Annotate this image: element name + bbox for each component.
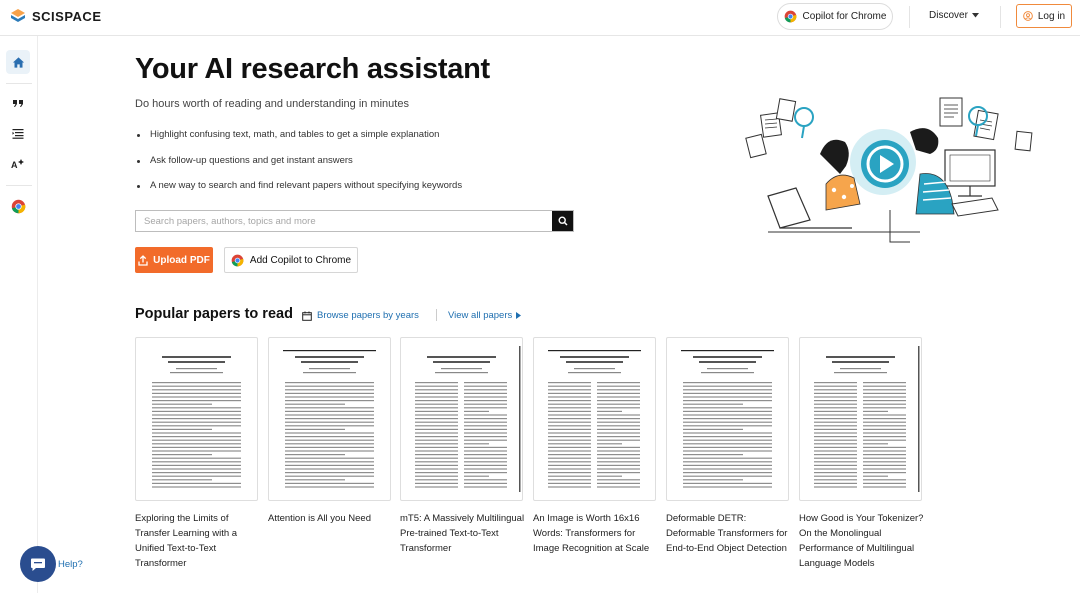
feature-list: Highlight confusing text, math, and tabl… (137, 129, 462, 206)
link-divider (436, 309, 437, 321)
feature-text: Highlight confusing text, math, and tabl… (150, 129, 440, 140)
paper-thumbnail[interactable] (799, 337, 922, 501)
paper-card[interactable]: Deformable DETR: Deformable Transformers… (666, 337, 789, 556)
paper-card[interactable]: An Image is Worth 16x16 Words: Transform… (533, 337, 656, 556)
upload-icon (138, 254, 148, 266)
view-all-label: View all papers (448, 310, 513, 321)
paper-card[interactable]: Attention is All you Need (268, 337, 391, 526)
hero-subtitle: Do hours worth of reading and understand… (135, 98, 409, 110)
calendar-icon (302, 311, 312, 321)
sidebar-divider (6, 185, 32, 186)
scispace-logo-icon (11, 9, 25, 22)
paper-title[interactable]: Attention is All you Need (268, 511, 393, 526)
hero-illustration (745, 97, 1033, 243)
paper-card[interactable]: mT5: A Massively Multilingual Pre-traine… (400, 337, 525, 556)
feature-item: A new way to search and find relevant pa… (137, 180, 462, 206)
browse-label: Browse papers by years (317, 310, 419, 321)
paper-page-preview (681, 350, 774, 488)
ai-text-icon: A (11, 159, 24, 170)
bullet-dot (137, 185, 140, 188)
top-navbar: SCISPACE Copilot for Chrome Discover Log… (0, 0, 1080, 36)
login-label: Log in (1037, 10, 1066, 22)
paper-thumbnail[interactable] (268, 337, 391, 501)
sidebar-item-literature-review[interactable] (6, 121, 30, 145)
paper-title[interactable]: How Good is Your Tokenizer? On the Monol… (799, 511, 924, 571)
paper-thumbnail[interactable] (533, 337, 656, 501)
upload-pdf-label: Upload PDF (153, 254, 210, 266)
search-bar (135, 210, 574, 232)
feature-item: Highlight confusing text, math, and tabl… (137, 129, 462, 155)
sidebar-item-citation[interactable] (6, 91, 30, 115)
scispace-logo[interactable]: SCISPACE (10, 8, 102, 24)
paper-page-preview (814, 346, 920, 492)
feature-item: Ask follow-up questions and get instant … (137, 155, 462, 181)
paper-page-preview (415, 346, 521, 492)
paper-title[interactable]: An Image is Worth 16x16 Words: Transform… (533, 511, 658, 556)
discover-label: Discover (929, 10, 968, 21)
header-divider (1000, 6, 1001, 28)
chrome-icon (11, 199, 25, 213)
search-icon (557, 216, 568, 226)
paper-card[interactable]: How Good is Your Tokenizer? On the Monol… (799, 337, 924, 571)
copilot-for-chrome-button[interactable]: Copilot for Chrome (777, 3, 893, 30)
paper-thumbnail[interactable] (400, 337, 523, 501)
chat-bubble-icon (31, 558, 45, 571)
caret-right-icon (516, 312, 522, 319)
user-circle-icon (1023, 11, 1033, 21)
list-icon (12, 128, 24, 139)
sidebar-item-paraphraser[interactable]: A (6, 152, 30, 176)
bullet-dot (137, 134, 140, 137)
search-input[interactable] (136, 211, 552, 231)
paper-card[interactable]: Exploring the Limits of Transfer Learnin… (135, 337, 258, 571)
view-all-papers-link[interactable]: View all papers (448, 310, 522, 321)
header-divider (909, 6, 910, 28)
paper-title[interactable]: Exploring the Limits of Transfer Learnin… (135, 511, 260, 571)
search-button[interactable] (552, 211, 573, 231)
hero-title: Your AI research assistant (135, 53, 490, 85)
paper-thumbnail[interactable] (666, 337, 789, 501)
discover-menu[interactable]: Discover (929, 10, 979, 21)
sidebar-item-home[interactable] (6, 50, 30, 74)
bullet-dot (137, 159, 140, 163)
logo-text: SCISPACE (32, 8, 102, 24)
paper-page-preview (548, 350, 641, 488)
quote-icon (13, 100, 23, 107)
upload-pdf-button[interactable]: Upload PDF (135, 247, 213, 273)
home-icon (12, 56, 24, 68)
popular-papers-title: Popular papers to read (135, 306, 293, 322)
sidebar-divider (6, 83, 32, 84)
add-copilot-label: Add Copilot to Chrome (249, 254, 352, 266)
play-video-button[interactable] (861, 140, 909, 188)
sidebar-item-chrome-extension[interactable] (6, 194, 30, 218)
login-button[interactable]: Log in (1016, 4, 1072, 28)
paper-title[interactable]: Deformable DETR: Deformable Transformers… (666, 511, 791, 556)
paper-page-preview (152, 356, 241, 488)
left-sidebar: A (0, 36, 38, 593)
add-copilot-button[interactable]: Add Copilot to Chrome (224, 247, 358, 273)
help-chat-button[interactable] (20, 546, 56, 582)
help-label[interactable]: Help? (58, 559, 83, 570)
browse-papers-by-years-link[interactable]: Browse papers by years (302, 310, 419, 321)
feature-text: A new way to search and find relevant pa… (150, 180, 463, 191)
chrome-icon (784, 10, 796, 23)
paper-page-preview (283, 350, 376, 488)
feature-text: Ask follow-up questions and get instant … (150, 154, 353, 166)
paper-title[interactable]: mT5: A Massively Multilingual Pre-traine… (400, 511, 525, 556)
paper-thumbnail[interactable] (135, 337, 258, 501)
chrome-icon (231, 254, 244, 266)
caret-down-icon (971, 13, 979, 18)
copilot-button-label: Copilot for Chrome (802, 11, 887, 22)
svg-text:A: A (11, 160, 18, 170)
